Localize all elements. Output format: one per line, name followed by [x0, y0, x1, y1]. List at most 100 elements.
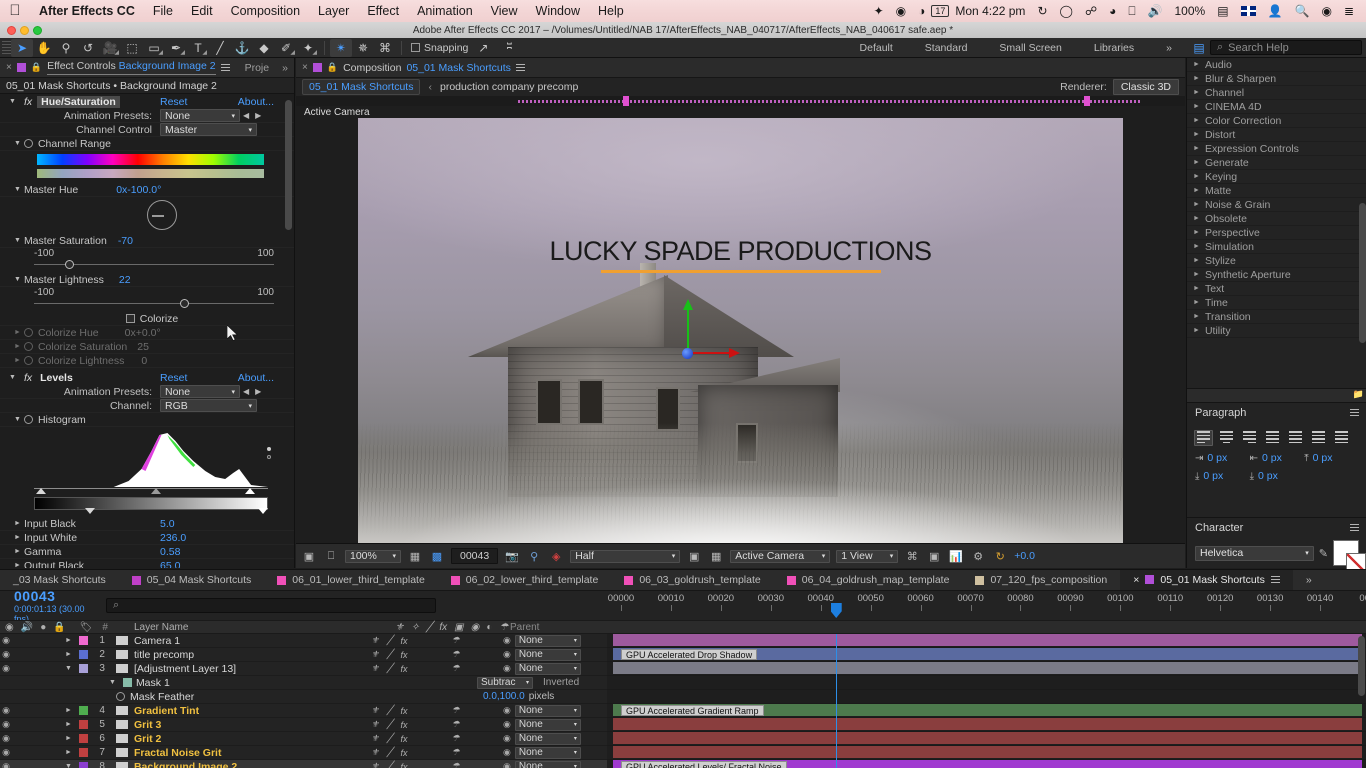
tool-flyout-caret-icon[interactable]: ◢	[312, 49, 317, 56]
eye-icon[interactable]: ◑	[912, 4, 931, 18]
pen-tool[interactable]: ✒◢	[165, 39, 187, 57]
airplay-icon[interactable]: ⎕	[1122, 4, 1141, 19]
effect-category-item[interactable]: ►Noise & Grain	[1187, 198, 1366, 212]
axis-y-arrow[interactable]	[683, 299, 693, 310]
composition-tab-name[interactable]: 05_01 Mask Shortcuts	[406, 62, 510, 74]
eraser-tool[interactable]: ◆	[253, 39, 275, 57]
master-lightness-slider[interactable]	[34, 298, 274, 309]
battery-percent[interactable]: 100%	[1169, 4, 1212, 18]
next-preset-button-levels[interactable]: ▶	[252, 387, 264, 396]
gamma-handle[interactable]	[151, 488, 161, 494]
disclosure-triangle-icon[interactable]: ►	[1193, 243, 1200, 250]
disclosure-triangle-icon[interactable]: ►	[14, 534, 21, 541]
current-timecode[interactable]: 00043	[14, 588, 100, 604]
font-family-dropdown[interactable]: Helvetica ▾	[1195, 546, 1314, 561]
about-hue-saturation-button[interactable]: About...	[238, 96, 274, 108]
notification-center-icon[interactable]: ≣	[1338, 4, 1360, 18]
clock-label[interactable]: Mon 4:22 pm	[949, 4, 1031, 18]
disclosure-triangle-icon[interactable]: ▼	[9, 98, 16, 105]
layer-visibility-toggle[interactable]: ◉	[0, 635, 12, 646]
panel-menu-icon[interactable]	[516, 64, 525, 71]
about-levels-button[interactable]: About...	[238, 372, 274, 384]
disclosure-triangle-icon[interactable]: ►	[14, 520, 21, 527]
lock-icon[interactable]: 🔒	[31, 62, 42, 73]
parent-pickwhip-icon[interactable]: ◉	[503, 761, 511, 768]
parent-pickwhip-icon[interactable]: ◉	[503, 733, 511, 744]
exposure-value[interactable]: +0.0	[1014, 550, 1035, 562]
quality-switch-icon[interactable]: ╱	[387, 733, 392, 744]
exposure-reset-icon[interactable]: ↻	[992, 550, 1008, 563]
mask-inverted-checkbox[interactable]: Inverted	[543, 677, 579, 688]
timeline-tab[interactable]: 06_02_lower_third_template	[438, 570, 612, 591]
timeline-layer-list[interactable]: ◉►1Camera 1⚜╱fx☂◉None▾◉►2title precomp⚜╱…	[0, 634, 607, 768]
timeline-vertical-scrollbar[interactable]	[1358, 636, 1365, 696]
justify-last-right-icon[interactable]	[1309, 430, 1328, 446]
layer-label-color[interactable]	[79, 762, 88, 768]
layer-duration-bar[interactable]	[613, 746, 1362, 758]
brush-tool[interactable]: ╱	[209, 39, 231, 57]
effects-switch-icon[interactable]: fx	[439, 622, 447, 633]
parent-pickwhip-icon[interactable]: ◉	[503, 649, 511, 660]
rotation-tool[interactable]: ↺	[77, 39, 99, 57]
volume-icon[interactable]: 🔊	[1142, 4, 1169, 18]
uk-flag-icon[interactable]	[1235, 4, 1262, 18]
effect-category-item[interactable]: ►Text	[1187, 282, 1366, 296]
effects-switch-icon[interactable]: fx	[401, 720, 408, 730]
anchor-switch-icon[interactable]: ⚜	[371, 761, 379, 768]
video-visibility-icon[interactable]: ◉	[0, 622, 14, 633]
timeline-track-row[interactable]	[607, 718, 1366, 732]
timeline-layer-row[interactable]: ◉►6Grit 2⚜╱fx☂◉None▾	[0, 732, 607, 746]
effects-switch-icon[interactable]: fx	[401, 762, 408, 768]
grid-guides-icon[interactable]: ▦	[407, 550, 423, 563]
stopwatch-icon[interactable]	[24, 415, 33, 424]
value-master-hue[interactable]: 0x-100.0°	[116, 184, 161, 196]
disclosure-triangle-icon[interactable]: ►	[65, 749, 72, 756]
always-preview-icon[interactable]: ▣	[301, 550, 317, 563]
disclosure-triangle-icon[interactable]: ►	[1193, 285, 1200, 292]
master-saturation-slider[interactable]	[34, 259, 274, 270]
output-white-handle[interactable]	[258, 508, 268, 514]
parent-dropdown[interactable]: None▾	[515, 649, 581, 661]
workspace-libraries[interactable]: Libraries	[1078, 42, 1150, 54]
reset-levels-button[interactable]: Reset	[160, 372, 187, 384]
comp-flowchart-icon[interactable]: ⚙	[970, 550, 986, 563]
layer-duration-bar[interactable]	[613, 718, 1362, 730]
layer-label-color[interactable]	[79, 734, 88, 743]
layer-visibility-toggle[interactable]: ◉	[0, 649, 12, 660]
disclosure-triangle-icon[interactable]: ►	[1193, 257, 1200, 264]
layer-label-color[interactable]	[79, 706, 88, 715]
timeline-tab[interactable]: 05_04 Mask Shortcuts	[119, 570, 264, 591]
layer-visibility-toggle[interactable]: ◉	[0, 663, 12, 674]
timeline-tab[interactable]: 07_120_fps_composition	[962, 570, 1120, 591]
menu-window[interactable]: Window	[527, 4, 589, 18]
tool-flyout-caret-icon[interactable]: ◢	[180, 49, 185, 56]
timeline-layer-row[interactable]: ▼Mask 1Subtrac▾Inverted	[0, 676, 607, 690]
timeline-track-area[interactable]: GPU Accelerated Drop ShadowGPU Accelerat…	[607, 634, 1366, 768]
disclosure-triangle-icon[interactable]: ►	[1193, 327, 1200, 334]
motion-blur-icon[interactable]: ◉	[471, 622, 480, 633]
disclosure-triangle-icon[interactable]: ►	[1193, 271, 1200, 278]
disclosure-triangle-icon[interactable]: ►	[65, 735, 72, 742]
timeline-layer-row[interactable]: ◉►4Gradient Tint⚜╱fx☂◉None▾	[0, 704, 607, 718]
effect-category-item[interactable]: ►Generate	[1187, 156, 1366, 170]
paragraph-field[interactable]: ⤓0 px	[1250, 470, 1305, 482]
timeline-layer-row[interactable]: ◉►2title precomp⚜╱fx☂◉None▾	[0, 648, 607, 662]
stopwatch-icon[interactable]	[24, 356, 33, 365]
snapping-control[interactable]: Snapping ↗ ⎶	[411, 39, 520, 57]
disclosure-triangle-icon[interactable]: ►	[1193, 187, 1200, 194]
composition-viewer[interactable]: LUCKY SPADE PRODUCTIONS	[296, 118, 1185, 543]
timeline-track-row[interactable]: GPU Accelerated Levels/ Fractal Noise	[607, 760, 1366, 768]
value-colorize-lightness[interactable]: 0	[141, 355, 147, 367]
timeline-track-row[interactable]	[607, 676, 1366, 690]
channel-control-dropdown[interactable]: Master ▾	[160, 123, 257, 136]
quality-switch-icon[interactable]: ╱	[387, 747, 392, 758]
animation-presets-dropdown-levels[interactable]: None ▾	[160, 385, 240, 398]
disclosure-triangle-icon[interactable]: ►	[1193, 159, 1200, 166]
mask-mode-dropdown[interactable]: Subtrac▾	[477, 677, 533, 689]
timeline-tab[interactable]: 06_03_goldrush_template	[611, 570, 773, 591]
timeline-tab[interactable]: 06_01_lower_third_template	[264, 570, 438, 591]
spotlight-search-icon[interactable]: 🔍	[1289, 4, 1316, 18]
fill-color-swatch[interactable]	[1333, 540, 1359, 566]
align-left-icon[interactable]	[1194, 430, 1213, 446]
toolbar-grip[interactable]	[2, 41, 11, 55]
